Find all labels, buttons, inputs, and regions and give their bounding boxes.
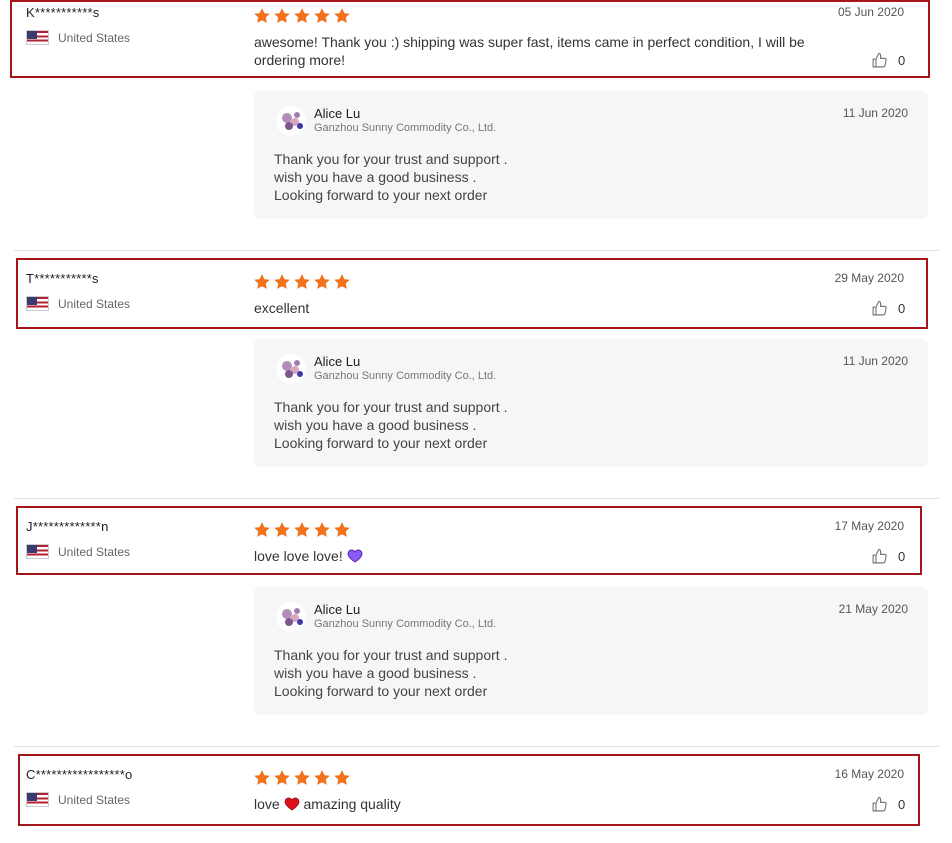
- review-text-content: love love love!: [254, 548, 343, 564]
- review-text: excellent: [254, 300, 310, 316]
- star-icon: [294, 522, 310, 537]
- star-icon: [294, 274, 310, 289]
- seller-avatar: [276, 602, 306, 632]
- like-count: 0: [898, 53, 906, 68]
- star-icon: [314, 8, 330, 23]
- seller-name: Alice Lu: [314, 354, 361, 369]
- seller-company: Ganzhou Sunny Commodity Co., Ltd.: [314, 122, 497, 134]
- reviewer-name: C*****************o: [26, 767, 133, 782]
- like-count: 0: [898, 549, 906, 564]
- star-icon: [274, 274, 290, 289]
- star-rating: [253, 521, 351, 539]
- star-icon: [274, 522, 290, 537]
- thumbs-up-icon: [872, 796, 887, 812]
- review-text: love love love!: [254, 547, 834, 565]
- reply-text: Thank you for your trust and support . w…: [274, 646, 507, 700]
- star-icon: [254, 770, 270, 785]
- star-icon: [274, 770, 290, 785]
- us-flag-icon: [26, 792, 49, 807]
- star-rating: [253, 273, 351, 291]
- star-icon: [254, 8, 270, 23]
- reply-line: Looking forward to your next order: [274, 187, 488, 203]
- reply-text: Thank you for your trust and support . w…: [274, 398, 507, 452]
- reviewer-name: T***********s: [26, 271, 99, 286]
- reply-line: wish you have a good business .: [274, 665, 477, 681]
- highlight-box: [18, 754, 920, 826]
- seller-company: Ganzhou Sunny Commodity Co., Ltd.: [314, 370, 497, 382]
- like-button[interactable]: 0: [871, 300, 905, 317]
- us-flag-icon: [26, 296, 49, 311]
- reply-date: 11 Jun 2020: [842, 106, 908, 120]
- star-rating: [253, 769, 351, 787]
- red-heart-icon: [284, 797, 299, 811]
- seller-name: Alice Lu: [314, 106, 361, 121]
- country-label: United States: [58, 544, 131, 559]
- star-icon: [334, 770, 350, 785]
- seller-reply: Alice Lu Ganzhou Sunny Commodity Co., Lt…: [254, 339, 928, 467]
- star-icon: [334, 522, 350, 537]
- review-text-before: love: [254, 796, 280, 812]
- star-icon: [294, 8, 310, 23]
- review-text: love amazing quality: [254, 795, 834, 813]
- seller-avatar: [276, 354, 306, 384]
- review-date: 16 May 2020: [834, 767, 904, 781]
- reviewer-name: J*************n: [26, 519, 109, 534]
- reviewer-country: United States: [26, 544, 130, 559]
- review-divider: [14, 250, 940, 251]
- reply-line: Thank you for your trust and support .: [274, 151, 508, 167]
- star-icon: [294, 770, 310, 785]
- reply-line: wish you have a good business .: [274, 169, 477, 185]
- review-date: 17 May 2020: [834, 519, 904, 533]
- reply-date: 21 May 2020: [838, 602, 908, 616]
- country-label: United States: [58, 296, 131, 311]
- reply-line: Looking forward to your next order: [274, 683, 488, 699]
- review-date: 29 May 2020: [834, 271, 904, 285]
- star-icon: [334, 8, 350, 23]
- us-flag-icon: [26, 30, 49, 45]
- star-icon: [254, 522, 270, 537]
- review-text: awesome! Thank you :) shipping was super…: [254, 34, 805, 68]
- seller-name: Alice Lu: [314, 602, 361, 617]
- us-flag-icon: [26, 544, 49, 559]
- seller-company: Ganzhou Sunny Commodity Co., Ltd.: [314, 618, 497, 630]
- reply-date: 11 Jun 2020: [842, 354, 908, 368]
- star-icon: [274, 8, 290, 23]
- reply-line: Thank you for your trust and support .: [274, 399, 508, 415]
- seller-reply: Alice Lu Ganzhou Sunny Commodity Co., Lt…: [254, 587, 928, 715]
- star-icon: [334, 274, 350, 289]
- like-button[interactable]: 0: [871, 548, 905, 565]
- reply-line: Looking forward to your next order: [274, 435, 488, 451]
- like-count: 0: [898, 301, 906, 316]
- review-divider: [14, 746, 940, 747]
- star-rating: [253, 7, 351, 25]
- reply-line: Thank you for your trust and support .: [274, 647, 508, 663]
- country-label: United States: [58, 30, 131, 45]
- thumbs-up-icon: [872, 548, 887, 564]
- reply-text: Thank you for your trust and support . w…: [274, 150, 507, 204]
- star-icon: [314, 274, 330, 289]
- star-icon: [314, 522, 330, 537]
- seller-reply: Alice Lu Ganzhou Sunny Commodity Co., Lt…: [254, 91, 928, 219]
- country-label: United States: [58, 792, 131, 807]
- reviewer-name: K***********s: [26, 5, 100, 20]
- star-icon: [254, 274, 270, 289]
- like-count: 0: [898, 797, 906, 812]
- highlight-box: [16, 258, 928, 329]
- purple-heart-icon: [347, 549, 362, 563]
- thumbs-up-icon: [872, 52, 887, 68]
- reviewer-country: United States: [26, 30, 130, 45]
- seller-avatar: [276, 106, 306, 136]
- reviewer-country: United States: [26, 792, 130, 807]
- like-button[interactable]: 0: [871, 52, 905, 69]
- thumbs-up-icon: [872, 300, 887, 316]
- reviewer-country: United States: [26, 296, 130, 311]
- reply-line: wish you have a good business .: [274, 417, 477, 433]
- like-button[interactable]: 0: [871, 796, 905, 813]
- review-date: 05 Jun 2020: [837, 5, 904, 19]
- star-icon: [314, 770, 330, 785]
- review-divider: [14, 498, 940, 499]
- review-text-after: amazing quality: [303, 796, 401, 812]
